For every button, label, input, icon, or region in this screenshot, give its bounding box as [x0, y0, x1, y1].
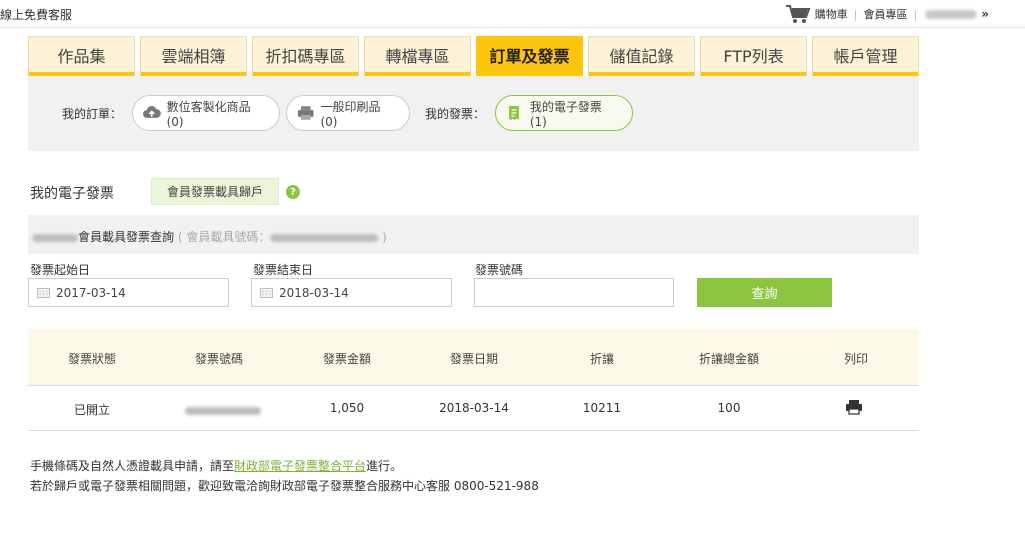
note-line-2: 若於歸戶或電子發票相關問題，歡迎致電洽詢財政部電子發票整合服務中心客服 0800… — [30, 479, 539, 493]
invoice-allowance-total: 100 — [717, 401, 741, 415]
tab-orders-invoices[interactable]: 訂單及發票 — [476, 36, 583, 76]
printer-icon — [846, 400, 862, 415]
end-date-label: 發票結束日 — [253, 263, 314, 277]
query-button[interactable]: 查詢 — [697, 278, 832, 307]
invoice-allowance: 10211 — [582, 401, 622, 415]
receipt-icon — [508, 106, 519, 120]
tab-stored-value[interactable]: 儲值記錄 — [588, 36, 695, 76]
col-header-print: 列印 — [843, 352, 869, 366]
carrier-number-suffix: ) — [382, 230, 387, 244]
top-bar: 線上免費客服 購物車 | 會員專區 | » — [0, 0, 1025, 28]
col-header-date: 發票日期 — [449, 352, 499, 366]
carrier-query-bar: 會員載具發票查詢 ( 會員載具號碼： ) — [28, 215, 919, 254]
invoice-number-field[interactable] — [474, 278, 674, 307]
member-id-redacted — [32, 233, 78, 242]
tab-ftp-list[interactable]: FTP列表 — [700, 36, 807, 76]
start-date-value: 2017-03-14 — [56, 285, 126, 300]
invoice-amount: 1,050 — [329, 401, 365, 415]
cloud-upload-icon — [143, 106, 161, 118]
tab-cloud-album[interactable]: 雲端相簿 — [140, 36, 247, 76]
print-products-label: 一般印刷品 (0) — [320, 99, 381, 129]
double-chevron-down-icon[interactable]: » — [981, 7, 989, 21]
online-service-link[interactable]: 線上免費客服 — [0, 6, 72, 23]
main-tabs: 作品集 雲端相簿 折扣碼專區 轉檔專區 訂單及發票 儲值記錄 FTP列表 帳戶管… — [28, 36, 919, 76]
tab-portfolio[interactable]: 作品集 — [28, 36, 135, 76]
question-icon[interactable]: ? — [286, 185, 300, 199]
top-bar-right: 購物車 | 會員專區 | » — [785, 4, 989, 24]
invoice-status: 已開立 — [73, 403, 111, 417]
col-header-amount: 發票金額 — [322, 352, 372, 366]
einvoice-platform-link[interactable]: 財政部電子發票整合平台 — [234, 459, 366, 473]
digital-products-pill[interactable]: 數位客製化商品 (0) — [132, 95, 280, 131]
carrier-number-prefix: ( 會員載具號碼： — [177, 230, 271, 244]
end-date-value: 2018-03-14 — [279, 285, 349, 300]
tab-discount-codes[interactable]: 折扣碼專區 — [252, 36, 359, 76]
cart-icon[interactable] — [785, 4, 811, 24]
cart-link[interactable]: 購物車 — [815, 6, 848, 22]
tab-account-management[interactable]: 帳戶管理 — [812, 36, 919, 76]
member-id-redacted — [925, 9, 978, 19]
note-line-1: 手機條碼及自然人憑證載具申請，請至財政部電子發票整合平台進行。 — [30, 457, 402, 474]
start-date-field[interactable]: 2017-03-14 — [28, 278, 229, 307]
calendar-icon — [37, 288, 50, 298]
printer-icon — [297, 106, 314, 120]
einvoice-pill[interactable]: 我的電子發票 (1) — [495, 95, 633, 131]
col-header-status: 發票狀態 — [67, 352, 117, 366]
carrier-query-text: 會員載具發票查詢 ( 會員載具號碼： ) — [32, 228, 387, 245]
order-filter-bar: 我的訂單： 數位客製化商品 (0) 一般印刷品 (0) 我的發票： 我的電子發票… — [28, 76, 919, 151]
start-date-label: 發票起始日 — [30, 263, 91, 277]
tab-file-conversion[interactable]: 轉檔專區 — [364, 36, 471, 76]
carrier-number-redacted — [270, 233, 379, 242]
member-area-link[interactable]: 會員專區 — [864, 6, 908, 22]
einvoice-label: 我的電子發票 (1) — [529, 99, 602, 129]
page-title: 我的電子發票 — [30, 186, 114, 202]
my-invoices-label: 我的發票： — [425, 107, 486, 121]
calendar-icon — [260, 288, 273, 298]
col-header-number: 發票號碼 — [194, 352, 244, 366]
invoice-date: 2018-03-14 — [439, 401, 509, 415]
divider: | — [853, 7, 858, 21]
carrier-query-title: 會員載具發票查詢 — [78, 230, 175, 244]
invoice-table-header: 發票狀態 發票號碼 發票金額 發票日期 折讓 折讓總金額 列印 — [28, 329, 919, 386]
invoice-number-label: 發票號碼 — [475, 263, 524, 277]
col-header-allowance: 折讓 — [589, 352, 615, 366]
end-date-field[interactable]: 2018-03-14 — [251, 278, 452, 307]
invoice-number-redacted — [185, 403, 261, 417]
digital-products-label: 數位客製化商品 (0) — [166, 99, 251, 129]
carrier-register-button[interactable]: 會員發票載具歸戶 — [151, 178, 279, 205]
note-line-1-text: 手機條碼及自然人憑證載具申請，請至 — [30, 459, 235, 473]
print-products-pill[interactable]: 一般印刷品 (0) — [286, 95, 410, 131]
note-line-1-end: 進行。 — [366, 459, 403, 473]
col-header-allowance-total: 折讓總金額 — [698, 352, 760, 366]
my-orders-label: 我的訂單： — [62, 107, 123, 121]
divider: | — [913, 7, 918, 21]
print-button[interactable] — [845, 399, 863, 418]
table-row: 已開立 1,050 2018-03-14 10211 100 — [28, 386, 919, 431]
